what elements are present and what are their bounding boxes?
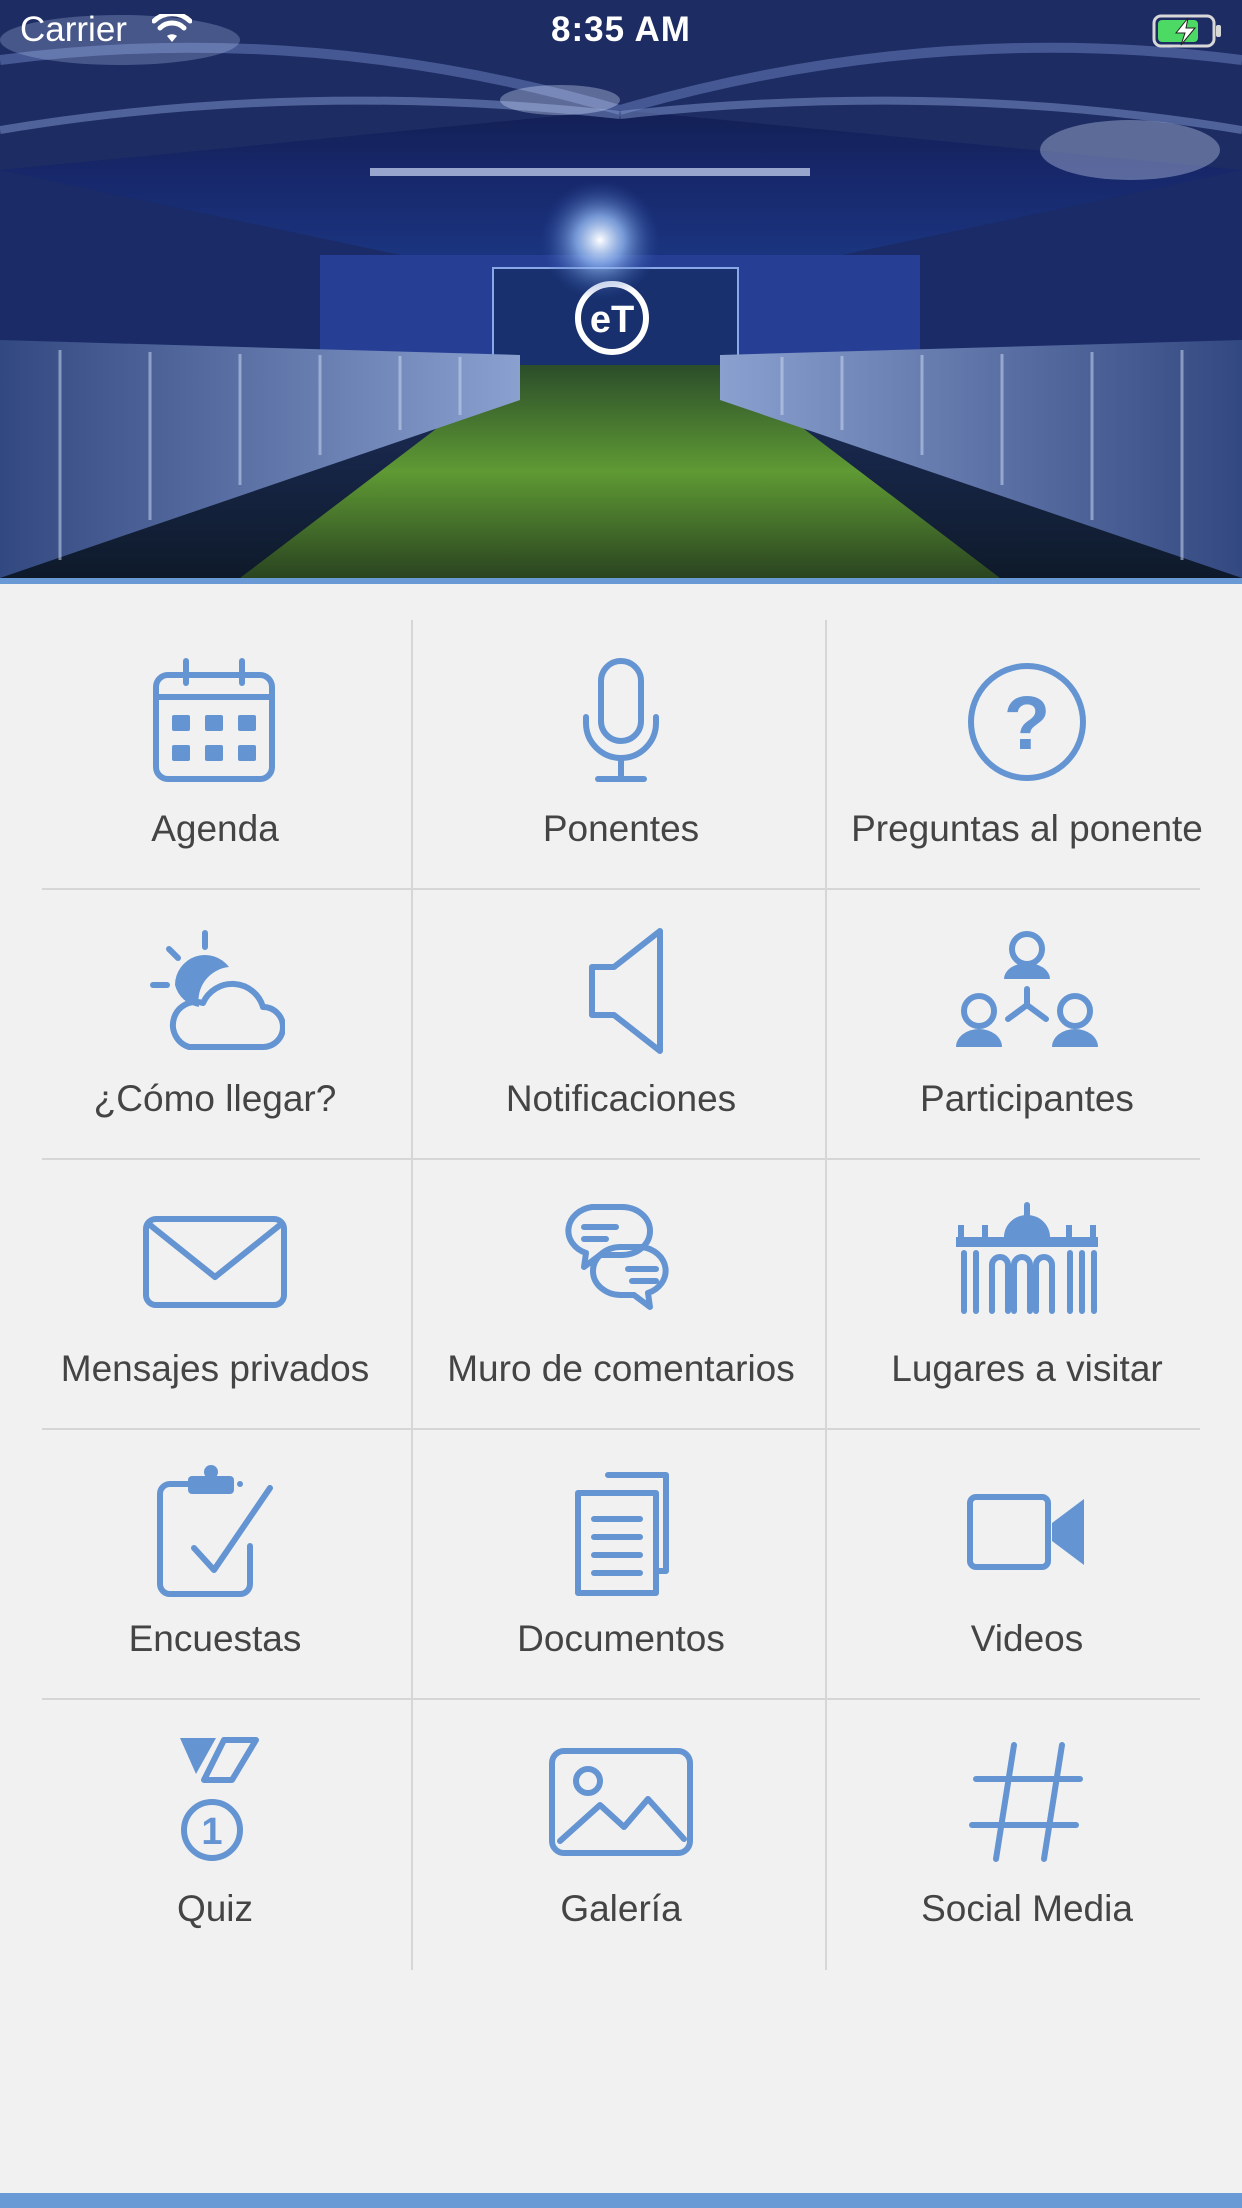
- menu-item-social-media[interactable]: Social Media: [834, 1700, 1220, 1970]
- network-icon: [956, 931, 1098, 1047]
- svg-text:1: 1: [201, 1811, 222, 1853]
- question-icon: ?: [968, 663, 1086, 781]
- image-icon: [549, 1748, 693, 1856]
- menu-item-label: Preguntas al ponente: [851, 808, 1203, 849]
- battery-charging-icon: [1152, 14, 1221, 48]
- status-bar: Carrier 8:35 AM: [0, 0, 1242, 62]
- menu-item-label: Participantes: [920, 1078, 1134, 1119]
- video-camera-icon: [967, 1494, 1084, 1570]
- menu-item-label: Documentos: [517, 1618, 725, 1659]
- menu-item-quiz[interactable]: 1 Quiz: [22, 1700, 408, 1970]
- menu-item-preguntas[interactable]: ? Preguntas al ponente: [834, 620, 1220, 890]
- menu-item-label: Mensajes privados: [60, 1348, 370, 1389]
- menu-item-label: Agenda: [151, 808, 279, 849]
- menu-item-label: Lugares a visitar: [891, 1348, 1163, 1389]
- menu-item-lugares[interactable]: Lugares a visitar: [834, 1160, 1220, 1430]
- hashtag-icon: [969, 1742, 1083, 1862]
- menu-item-videos[interactable]: Videos: [834, 1430, 1220, 1700]
- medal-icon: 1: [180, 1737, 259, 1861]
- menu-item-participantes[interactable]: Participantes: [834, 890, 1220, 1160]
- menu-item-label: Galería: [560, 1888, 682, 1929]
- hero-banner: eT: [0, 0, 1242, 578]
- menu-item-documentos[interactable]: Documentos: [428, 1430, 814, 1700]
- clock: 8:35 AM: [551, 10, 691, 49]
- weather-icon: [150, 930, 285, 1050]
- menu-item-label: Social Media: [921, 1888, 1133, 1929]
- menu-item-encuestas[interactable]: Encuestas: [22, 1430, 408, 1700]
- calendar-icon: [153, 658, 275, 782]
- menu-item-label: Muro de comentarios: [447, 1348, 795, 1389]
- svg-text:eT: eT: [590, 299, 634, 341]
- bottom-accent-bar: [0, 2193, 1242, 2208]
- menu-item-label: Quiz: [176, 1888, 254, 1929]
- venue-photo: eT: [0, 0, 1242, 578]
- menu-item-label: Notificaciones: [505, 1078, 737, 1119]
- clipboard-check-icon: [157, 1465, 273, 1597]
- microphone-icon: [583, 658, 659, 782]
- documents-icon: [575, 1472, 669, 1596]
- menu-item-notificaciones[interactable]: Notificaciones: [428, 890, 814, 1160]
- menu-item-agenda[interactable]: Agenda: [22, 620, 408, 890]
- chat-bubbles-icon: [565, 1204, 669, 1310]
- menu-item-como-llegar[interactable]: ¿Cómo llegar?: [22, 890, 408, 1160]
- menu-item-galeria[interactable]: Galería: [428, 1700, 814, 1970]
- hero-underline: [0, 578, 1242, 584]
- menu-item-ponentes[interactable]: Ponentes: [428, 620, 814, 890]
- envelope-icon: [143, 1216, 287, 1308]
- megaphone-icon: [589, 928, 663, 1054]
- svg-text:?: ?: [1004, 681, 1050, 766]
- menu-item-mensajes-privados[interactable]: Mensajes privados: [22, 1160, 408, 1430]
- menu-grid: Agenda Ponentes ? Preguntas al ponente ¿…: [42, 620, 1203, 1970]
- menu-item-label: Videos: [970, 1618, 1084, 1659]
- menu-item-label: ¿Cómo llegar?: [93, 1078, 337, 1119]
- landmark-icon: [956, 1202, 1098, 1314]
- menu-item-label: Ponentes: [542, 808, 700, 849]
- menu-item-label: Encuestas: [128, 1618, 302, 1659]
- menu-item-muro-comentarios[interactable]: Muro de comentarios: [428, 1160, 814, 1430]
